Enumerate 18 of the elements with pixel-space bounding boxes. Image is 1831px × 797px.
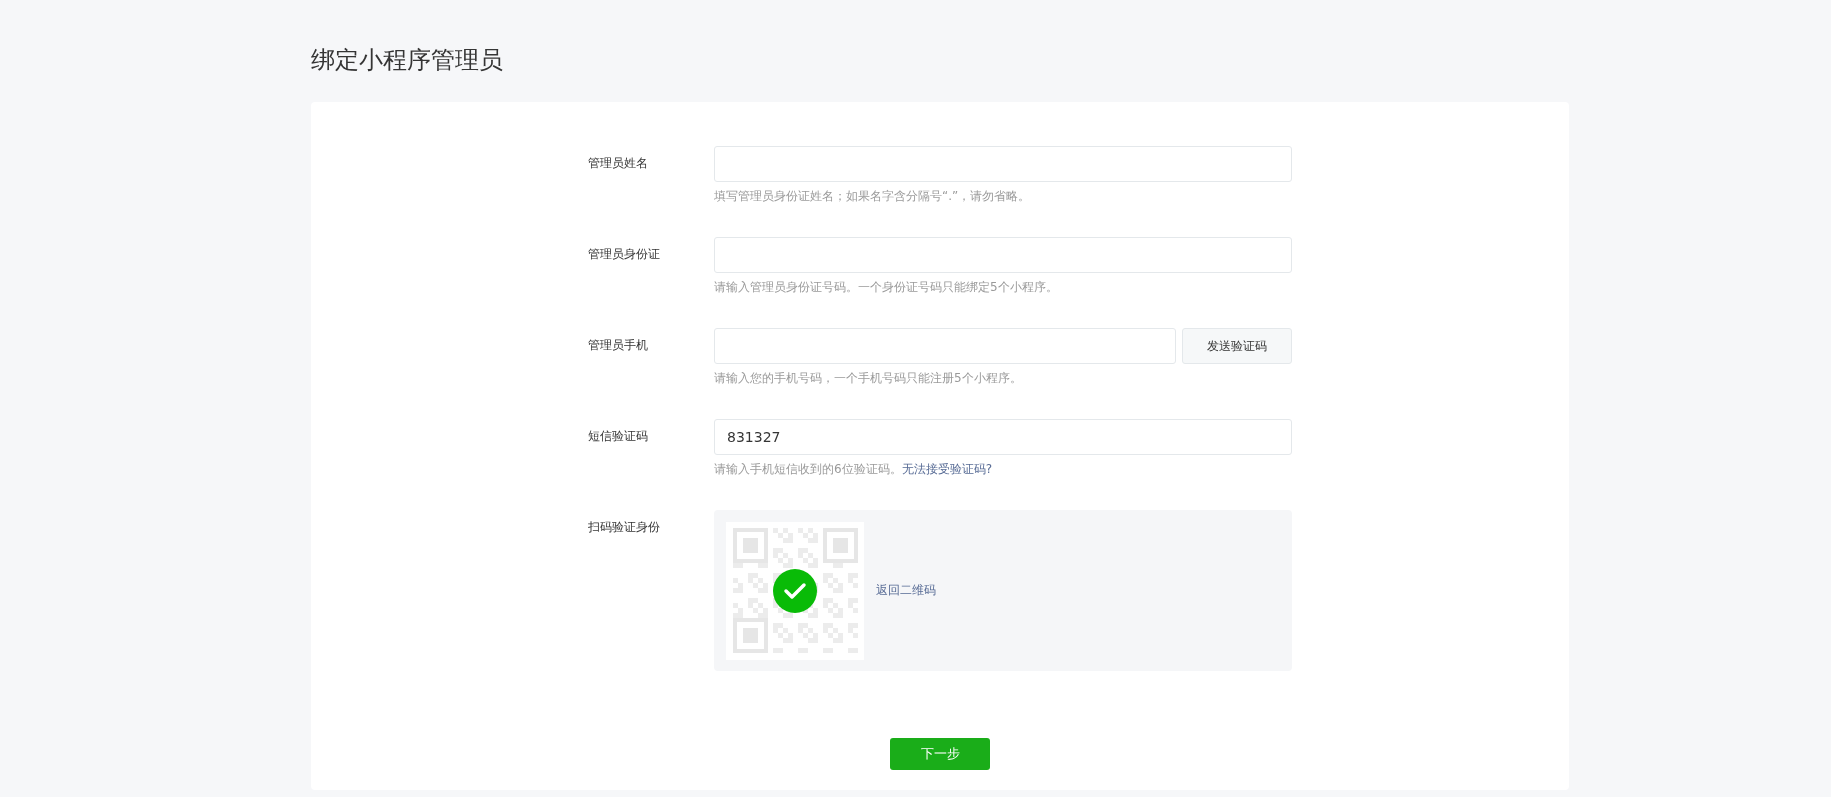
page-title: 绑定小程序管理员 (311, 45, 504, 76)
field-hint: 请输入您的手机号码，一个手机号码只能注册5个小程序。 (714, 370, 1023, 387)
field-label: 管理员姓名 (588, 155, 649, 172)
field-label: 短信验证码 (588, 428, 649, 445)
input-field[interactable] (714, 237, 1292, 273)
input-field[interactable] (714, 328, 1176, 364)
input-field[interactable] (714, 146, 1292, 182)
field-hint: 请输入手机短信收到的6位验证码。 (714, 461, 902, 478)
field-hint: 填写管理员身份证姓名；如果名字含分隔号“.”，请勿省略。 (714, 188, 1032, 205)
back-to-qr-link[interactable]: 返回二维码 (876, 582, 936, 599)
field-hint: 请输入管理员身份证号码。一个身份证号码只能绑定5个小程序。 (714, 279, 1059, 296)
field-label: 管理员手机 (588, 337, 649, 354)
input-field[interactable]: 831327 (714, 419, 1292, 455)
help-link[interactable]: 无法接受验证码? (901, 461, 992, 478)
field-label: 扫码验证身份 (588, 519, 661, 536)
next-button[interactable]: 下一步 (890, 738, 990, 770)
field-label: 管理员身份证 (588, 246, 661, 263)
send-code-button[interactable]: 发送验证码 (1182, 328, 1292, 364)
